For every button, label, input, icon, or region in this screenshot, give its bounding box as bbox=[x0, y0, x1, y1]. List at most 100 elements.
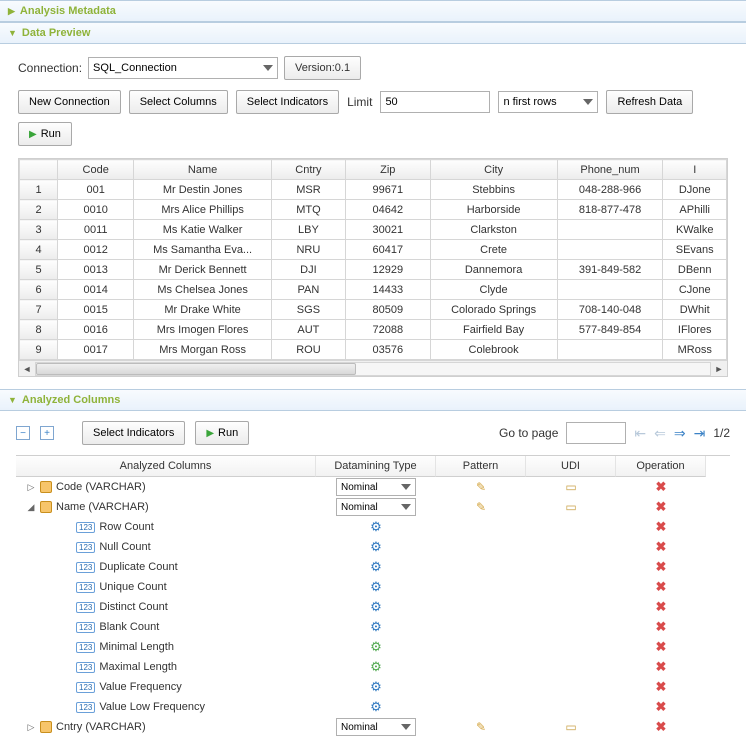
column-header[interactable]: I bbox=[663, 160, 727, 180]
table-row[interactable]: 60014Ms Chelsea JonesPAN14433ClydeCJone bbox=[20, 280, 727, 300]
section-data-preview[interactable]: ▼ Data Preview bbox=[0, 22, 746, 44]
datamining-type-select[interactable]: Nominal bbox=[336, 718, 416, 736]
gear-icon[interactable]: ⚙ bbox=[370, 659, 382, 675]
delete-icon[interactable]: ✖ bbox=[656, 499, 667, 515]
indicator-row[interactable]: 123 Row Count⚙✖ bbox=[16, 517, 730, 537]
gear-icon[interactable]: ⚙ bbox=[370, 559, 382, 575]
table-row[interactable]: 70015Mr Drake WhiteSGS80509Colorado Spri… bbox=[20, 300, 727, 320]
next-page-icon[interactable]: ⇒ bbox=[674, 425, 686, 442]
refresh-data-button[interactable]: Refresh Data bbox=[606, 90, 693, 114]
analyzed-column-row[interactable]: ▷ Cntry (VARCHAR)Nominal✎▭✖ bbox=[16, 717, 730, 737]
indicator-row[interactable]: 123 Minimal Length⚙✖ bbox=[16, 637, 730, 657]
new-connection-button[interactable]: New Connection bbox=[18, 90, 121, 114]
cell: Mrs Morgan Ross bbox=[134, 340, 272, 360]
limit-input[interactable] bbox=[380, 91, 490, 113]
indicator-row[interactable]: 123 Blank Count⚙✖ bbox=[16, 617, 730, 637]
analyzed-column-row[interactable]: ◢ Name (VARCHAR)Nominal✎▭✖ bbox=[16, 497, 730, 517]
last-page-icon[interactable]: ⇥ bbox=[694, 425, 706, 442]
connection-select[interactable]: SQL_Connection bbox=[88, 57, 278, 79]
row-label: Maximal Length bbox=[99, 661, 177, 673]
goto-page-input[interactable] bbox=[566, 422, 626, 444]
udi-icon[interactable]: ▭ bbox=[565, 500, 576, 514]
table-row[interactable]: 1001Mr Destin JonesMSR99671Stebbins048-2… bbox=[20, 180, 727, 200]
table-row[interactable]: 80016Mrs Imogen FloresAUT72088Fairfield … bbox=[20, 320, 727, 340]
column-header[interactable]: Zip bbox=[345, 160, 430, 180]
delete-icon[interactable]: ✖ bbox=[656, 599, 667, 615]
indicator-row[interactable]: 123 Distinct Count⚙✖ bbox=[16, 597, 730, 617]
cell: NRU bbox=[271, 240, 345, 260]
tree-column-header[interactable]: UDI bbox=[526, 456, 616, 477]
cell: 04642 bbox=[345, 200, 430, 220]
ac-run-button[interactable]: ▶Run bbox=[195, 421, 249, 445]
delete-icon[interactable]: ✖ bbox=[656, 479, 667, 495]
select-columns-button[interactable]: Select Columns bbox=[129, 90, 228, 114]
expand-all-button[interactable]: + bbox=[40, 426, 54, 440]
delete-icon[interactable]: ✖ bbox=[656, 679, 667, 695]
delete-icon[interactable]: ✖ bbox=[656, 579, 667, 595]
column-header[interactable]: Cntry bbox=[271, 160, 345, 180]
delete-icon[interactable]: ✖ bbox=[656, 619, 667, 635]
horizontal-scrollbar[interactable]: ◄ ► bbox=[19, 360, 727, 376]
delete-icon[interactable]: ✖ bbox=[656, 539, 667, 555]
table-row[interactable]: 90017Mrs Morgan RossROU03576ColebrookMRo… bbox=[20, 340, 727, 360]
indicator-row[interactable]: 123 Null Count⚙✖ bbox=[16, 537, 730, 557]
section-analyzed-columns[interactable]: ▼ Analyzed Columns bbox=[0, 389, 746, 411]
udi-icon[interactable]: ▭ bbox=[565, 480, 576, 494]
table-row[interactable]: 40012Ms Samantha Eva...NRU60417CreteSEva… bbox=[20, 240, 727, 260]
pattern-icon[interactable]: ✎ bbox=[476, 500, 486, 514]
ac-select-indicators-button[interactable]: Select Indicators bbox=[82, 421, 185, 445]
indicator-row[interactable]: 123 Value Low Frequency⚙✖ bbox=[16, 697, 730, 717]
tree-column-header[interactable]: Operation bbox=[616, 456, 706, 477]
gear-icon[interactable]: ⚙ bbox=[370, 579, 382, 595]
cell: 0013 bbox=[58, 260, 134, 280]
delete-icon[interactable]: ✖ bbox=[656, 719, 667, 735]
collapse-all-button[interactable]: − bbox=[16, 426, 30, 440]
run-preview-button[interactable]: ▶Run bbox=[18, 122, 72, 146]
row-mode-select[interactable]: n first rows bbox=[498, 91, 598, 113]
gear-icon[interactable]: ⚙ bbox=[370, 679, 382, 695]
column-header[interactable]: Phone_num bbox=[557, 160, 663, 180]
scroll-right-icon[interactable]: ► bbox=[711, 364, 727, 374]
gear-icon[interactable]: ⚙ bbox=[370, 599, 382, 615]
gear-icon[interactable]: ⚙ bbox=[370, 619, 382, 635]
delete-icon[interactable]: ✖ bbox=[656, 639, 667, 655]
indicator-row[interactable]: 123 Maximal Length⚙✖ bbox=[16, 657, 730, 677]
section-analysis-metadata[interactable]: ▶ Analysis Metadata bbox=[0, 0, 746, 22]
delete-icon[interactable]: ✖ bbox=[656, 559, 667, 575]
indicator-row[interactable]: 123 Duplicate Count⚙✖ bbox=[16, 557, 730, 577]
column-header[interactable]: City bbox=[430, 160, 557, 180]
delete-icon[interactable]: ✖ bbox=[656, 519, 667, 535]
tree-column-header[interactable]: Analyzed Columns bbox=[16, 456, 316, 477]
udi-icon[interactable]: ▭ bbox=[565, 720, 576, 734]
expand-caret-icon[interactable]: ▷ bbox=[26, 482, 36, 493]
indicator-row[interactable]: 123 Unique Count⚙✖ bbox=[16, 577, 730, 597]
datamining-type-select[interactable]: Nominal bbox=[336, 498, 416, 516]
datamining-type-select[interactable]: Nominal bbox=[336, 478, 416, 496]
indicator-row[interactable]: 123 Value Frequency⚙✖ bbox=[16, 677, 730, 697]
pattern-icon[interactable]: ✎ bbox=[476, 720, 486, 734]
gear-icon[interactable]: ⚙ bbox=[370, 699, 382, 715]
gear-icon[interactable]: ⚙ bbox=[370, 519, 382, 535]
gear-icon[interactable]: ⚙ bbox=[370, 539, 382, 555]
row-number: 3 bbox=[20, 220, 58, 240]
analyzed-column-row[interactable]: ▷ Code (VARCHAR)Nominal✎▭✖ bbox=[16, 477, 730, 497]
table-row[interactable]: 30011Ms Katie WalkerLBY30021ClarkstonKWa… bbox=[20, 220, 727, 240]
tree-column-header[interactable]: Datamining Type bbox=[316, 456, 436, 477]
expand-caret-icon[interactable]: ▷ bbox=[26, 722, 36, 733]
select-indicators-button[interactable]: Select Indicators bbox=[236, 90, 339, 114]
tree-column-header[interactable]: Pattern bbox=[436, 456, 526, 477]
column-header[interactable]: Name bbox=[134, 160, 272, 180]
first-page-icon[interactable]: ⇤ bbox=[634, 425, 646, 442]
pattern-icon[interactable]: ✎ bbox=[476, 480, 486, 494]
scroll-left-icon[interactable]: ◄ bbox=[19, 364, 35, 374]
expand-caret-icon[interactable]: ◢ bbox=[26, 502, 36, 513]
table-row[interactable]: 20010Mrs Alice PhillipsMTQ04642Harborsid… bbox=[20, 200, 727, 220]
gear-icon[interactable]: ⚙ bbox=[370, 639, 382, 655]
prev-page-icon[interactable]: ⇐ bbox=[654, 425, 666, 442]
row-label: Minimal Length bbox=[99, 641, 174, 653]
table-row[interactable]: 50013Mr Derick BennettDJI12929Dannemora3… bbox=[20, 260, 727, 280]
delete-icon[interactable]: ✖ bbox=[656, 699, 667, 715]
cell: 0017 bbox=[58, 340, 134, 360]
delete-icon[interactable]: ✖ bbox=[656, 659, 667, 675]
column-header[interactable]: Code bbox=[58, 160, 134, 180]
